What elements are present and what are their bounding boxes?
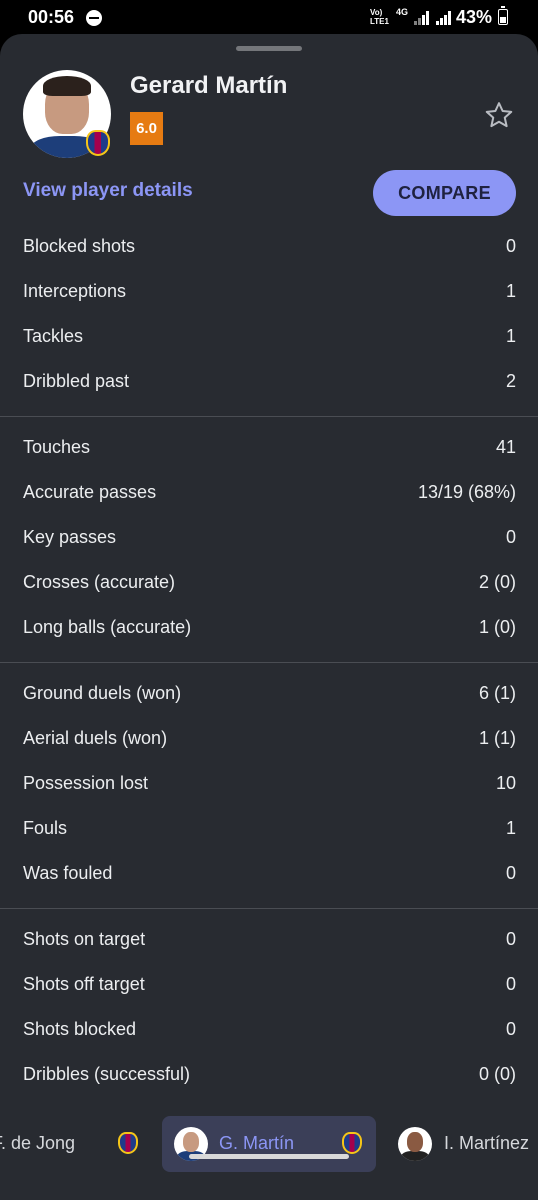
stat-row: Blocked shots 0 xyxy=(0,226,538,271)
stat-label: Was fouled xyxy=(23,863,113,883)
stat-row: Crosses (accurate) 2 (0) xyxy=(0,562,538,607)
section-divider xyxy=(0,416,538,417)
stat-row: Accurate passes 13/19 (68%) xyxy=(0,472,538,517)
stat-row: Ground duels (won) 6 (1) xyxy=(0,673,538,718)
stat-value: 0 xyxy=(505,974,516,994)
player-tab-name: G. Martín xyxy=(219,1133,295,1153)
stat-value: 1 (0) xyxy=(478,617,516,637)
compare-button[interactable]: COMPARE xyxy=(373,170,516,216)
stat-label: Fouls xyxy=(23,818,68,838)
club-crest-icon xyxy=(86,130,110,156)
stat-value: 1 (1) xyxy=(478,728,516,748)
stat-label: Shots blocked xyxy=(23,1019,137,1039)
stat-row: Key passes 0 xyxy=(0,517,538,562)
stat-value: 0 (0) xyxy=(478,1064,516,1084)
battery-percentage: 43% xyxy=(456,7,493,27)
stat-label: Touches xyxy=(23,437,91,457)
stat-label: Accurate passes xyxy=(23,482,157,502)
stat-label: Aerial duels (won) xyxy=(23,728,168,748)
club-crest-icon xyxy=(118,1132,138,1154)
stat-value: 1 xyxy=(505,281,516,301)
stat-row: Fouls 1 xyxy=(0,808,538,853)
player-avatar-icon xyxy=(398,1127,432,1161)
stat-row: Shots off target 0 xyxy=(0,964,538,1009)
stat-value: 2 (0) xyxy=(478,572,516,592)
rating-badge: 6.0 xyxy=(130,112,163,145)
stat-value: 0 xyxy=(505,527,516,547)
stat-row: Interceptions 1 xyxy=(0,271,538,316)
club-crest-icon xyxy=(342,1132,362,1154)
stat-label: Tackles xyxy=(23,326,84,346)
stat-row: Shots blocked 0 xyxy=(0,1009,538,1054)
sheet-drag-handle[interactable] xyxy=(236,46,302,51)
section-divider xyxy=(0,908,538,909)
stat-label: Dribbled past xyxy=(23,371,130,391)
view-player-details-link[interactable]: View player details xyxy=(23,180,193,202)
stat-row: Dribbled past 2 xyxy=(0,361,538,406)
signal-strength-icon xyxy=(436,11,454,25)
status-bar: 00:56 Vo) LTE1 4G 43% xyxy=(0,0,538,34)
do-not-disturb-icon xyxy=(86,10,102,26)
stat-row: Long balls (accurate) 1 (0) xyxy=(0,607,538,652)
stat-value: 1 xyxy=(505,818,516,838)
stat-label: Key passes xyxy=(23,527,117,547)
stat-value: 2 xyxy=(505,371,516,391)
stat-label: Blocked shots xyxy=(23,236,136,256)
favorite-star-icon[interactable] xyxy=(484,100,514,130)
stat-row: Tackles 1 xyxy=(0,316,538,361)
stat-label: Shots off target xyxy=(23,974,145,994)
status-time: 00:56 xyxy=(28,7,75,27)
stat-row: Touches 41 xyxy=(0,427,538,472)
stat-value: 1 xyxy=(505,326,516,346)
player-stats-sheet: Gerard Martín 6.0 View player details CO… xyxy=(0,34,538,1200)
section-divider xyxy=(0,662,538,663)
stat-label: Long balls (accurate) xyxy=(23,617,192,637)
player-tab-active[interactable]: G. Martín xyxy=(162,1116,376,1172)
player-name: Gerard Martín xyxy=(130,72,288,99)
player-tab[interactable]: I. Martínez xyxy=(388,1116,538,1172)
stats-list: Blocked shots 0 Interceptions 1 Tackles 1 Drib… xyxy=(0,226,538,1099)
stat-label: Dribbles (successful) xyxy=(23,1064,191,1084)
player-tab-name: F. de Jong xyxy=(0,1133,76,1153)
stat-label: Ground duels (won) xyxy=(23,683,182,703)
stat-row: Aerial duels (won) 1 (1) xyxy=(0,718,538,763)
stat-value: 0 xyxy=(505,236,516,256)
signal-strength-icon xyxy=(414,11,432,25)
stat-value: 0 xyxy=(505,929,516,949)
stat-row: Possession lost 10 xyxy=(0,763,538,808)
gesture-nav-handle[interactable] xyxy=(189,1154,349,1159)
player-switcher: F. de Jong G. Martín I. Martínez xyxy=(0,1116,538,1176)
volte-indicator: Vo) LTE1 xyxy=(370,8,389,26)
player-tab-name: I. Martínez xyxy=(444,1133,530,1153)
stat-label: Interceptions xyxy=(23,281,127,301)
stat-value: 10 xyxy=(495,773,516,793)
player-tab[interactable]: F. de Jong xyxy=(0,1116,152,1172)
stat-value: 41 xyxy=(495,437,516,457)
stat-label: Crosses (accurate) xyxy=(23,572,176,592)
stat-label: Possession lost xyxy=(23,773,149,793)
stat-row: Shots on target 0 xyxy=(0,919,538,964)
stat-value: 0 xyxy=(505,1019,516,1039)
stat-value: 0 xyxy=(505,863,516,883)
battery-icon xyxy=(498,6,508,25)
network-type-label: 4G xyxy=(396,7,409,17)
stat-value: 6 (1) xyxy=(478,683,516,703)
stat-row: Was fouled 0 xyxy=(0,853,538,898)
stat-label: Shots on target xyxy=(23,929,146,949)
stat-value: 13/19 (68%) xyxy=(417,482,516,502)
stat-row: Dribbles (successful) 0 (0) xyxy=(0,1054,538,1099)
